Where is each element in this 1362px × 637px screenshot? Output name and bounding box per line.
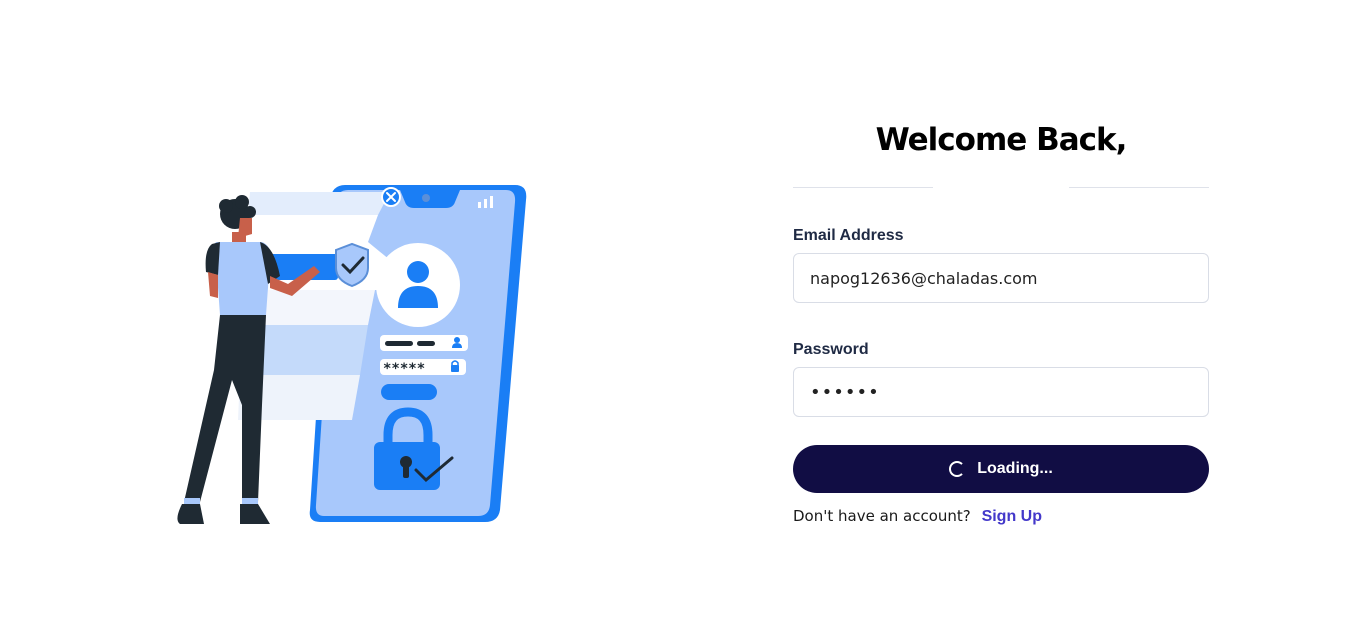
email-label: Email Address (793, 227, 904, 244)
login-button[interactable]: Loading... (793, 445, 1209, 493)
email-field[interactable] (793, 253, 1209, 303)
divider-right (1069, 187, 1209, 188)
signup-prompt: Don't have an account? (793, 507, 971, 525)
signup-link[interactable]: Sign Up (982, 508, 1042, 525)
loading-spinner-icon (949, 461, 966, 477)
password-label: Password (793, 341, 869, 358)
signup-row: Don't have an account? Sign Up (793, 507, 1209, 526)
page-title: Welcome Back, (875, 122, 1128, 158)
login-button-label: Loading... (977, 460, 1053, 477)
title-divider (793, 187, 1209, 188)
divider-left (793, 187, 933, 188)
login-form: Welcome Back, Email Address Password Loa… (793, 120, 1209, 526)
illustration-password-text: ***** (383, 361, 425, 377)
login-security-illustration: ***** (177, 185, 527, 524)
login-page: ***** Welcome Back, Email Address napog1… (0, 0, 1362, 637)
password-field[interactable] (793, 367, 1209, 417)
